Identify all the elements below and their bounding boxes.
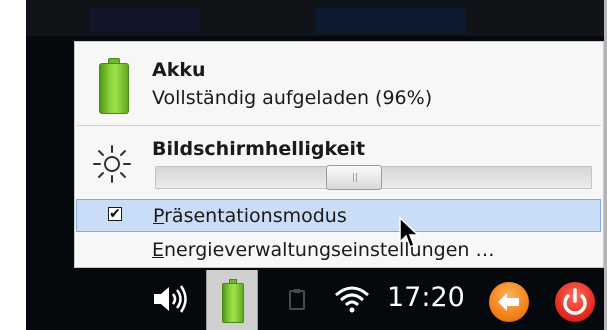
brightness-title: Bildschirmhelligkeit (152, 138, 366, 160)
window-strip-block (90, 8, 200, 32)
battery-icon (222, 279, 244, 323)
power-icon (563, 288, 587, 315)
presentation-mode-checkbox[interactable]: ✔ (108, 207, 122, 221)
power-settings-label-rest: nergieverwaltungseinstellungen … (164, 239, 495, 261)
battery-title: Akku (152, 59, 206, 81)
presentation-mode-label-first: P (153, 205, 165, 227)
battery-full-icon (99, 58, 129, 114)
clock[interactable]: 17:20 (387, 282, 465, 313)
brightness-slider-handle[interactable] (326, 165, 383, 190)
volume-icon[interactable] (152, 284, 190, 314)
window-strip-block (316, 8, 466, 34)
presentation-mode-label: Präsentationsmodus (153, 205, 347, 227)
presentation-mode-label-rest: räsentationsmodus (164, 205, 347, 227)
mouse-cursor-icon (399, 217, 420, 249)
battery-status: Vollständig aufgeladen (96%) (152, 87, 433, 109)
menu-separator (77, 125, 601, 126)
presentation-mode-menu-item[interactable]: ✔ Präsentationsmodus (76, 199, 601, 232)
power-menu-popup: Akku Vollständig aufgeladen (96%) Bildsc… (74, 41, 604, 268)
power-settings-menu-item[interactable]: Energieverwaltungseinstellungen … (152, 239, 494, 261)
power-button[interactable] (555, 282, 595, 322)
back-arrow-icon (498, 293, 519, 311)
clipboard-icon[interactable] (289, 288, 305, 310)
brightness-sun-icon (93, 145, 131, 183)
back-button[interactable] (489, 282, 529, 322)
wifi-icon[interactable] (334, 284, 370, 314)
power-settings-label-first: E (152, 239, 165, 261)
system-tray: 17:20 (148, 270, 607, 330)
